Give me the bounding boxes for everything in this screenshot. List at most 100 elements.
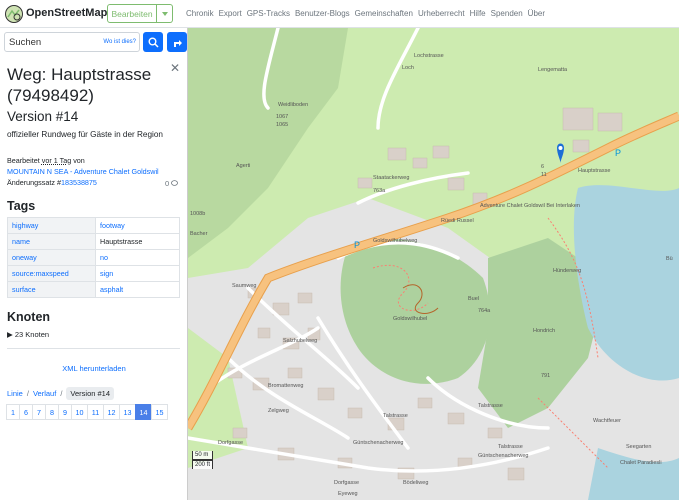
pager-item-1[interactable]: 1 <box>6 404 20 420</box>
divider <box>7 348 180 349</box>
changeset-info: Änderungssatz #183538875 <box>7 178 97 187</box>
tag-key[interactable]: highway <box>7 217 96 234</box>
sidebar: Suchen Wo ist dies? ✕ Weg: Hauptstrasse … <box>0 28 188 500</box>
tag-key[interactable]: source:maxspeed <box>7 265 96 282</box>
map-label: Weidliboden <box>278 102 309 108</box>
map-label: Hauptstrasse <box>578 168 611 174</box>
where-is-this-link[interactable]: Wo ist dies? <box>103 39 136 45</box>
map-label: Eyeweg <box>338 491 358 497</box>
directions-button[interactable] <box>167 32 187 52</box>
map-scale: 50 m 200 ft <box>192 451 214 469</box>
map-view[interactable]: P P Lochstrasse Loch Lengematta Weidlibo… <box>188 28 679 500</box>
pager-item-11[interactable]: 11 <box>87 404 104 420</box>
map-label: Güntschenacherweg <box>353 440 404 446</box>
changeset-prefix: Änderungssatz # <box>7 178 61 187</box>
tag-value[interactable]: asphalt <box>95 281 180 298</box>
changeset-comment: offizieller Rundweg für Gäste in der Reg… <box>7 130 163 139</box>
pager-item-10[interactable]: 10 <box>71 404 88 420</box>
edit-button[interactable]: Bearbeiten <box>107 4 157 23</box>
app-root: OpenStreetMap Bearbeiten Chronik Export … <box>0 0 679 500</box>
nav-copyright[interactable]: Urheberrecht <box>418 9 465 18</box>
map-label: Agerti <box>236 163 251 169</box>
tag-value[interactable]: footway <box>95 217 180 234</box>
map-label: Adventure Chalet Goldswil Bei Interlaken <box>480 203 580 209</box>
breadcrumb-current: Version #14 <box>66 387 115 400</box>
table-row: highway footway <box>7 217 180 234</box>
pager-item-8[interactable]: 8 <box>45 404 59 420</box>
directions-icon <box>173 39 182 47</box>
map-label: Seegarten <box>626 444 652 450</box>
tag-key[interactable]: surface <box>7 281 96 298</box>
table-row: oneway no <box>7 249 180 266</box>
map-label: Talstrasse <box>498 444 523 450</box>
version-pager: 1 6 7 8 9 10 11 12 13 14 15 <box>6 404 168 420</box>
tag-key[interactable]: name <box>7 233 96 250</box>
nav-about[interactable]: Über <box>528 9 545 18</box>
top-header: OpenStreetMap Bearbeiten Chronik Export … <box>0 0 679 28</box>
tags-table: highway footway name Hauptstrasse oneway no… <box>7 217 180 298</box>
scale-metric: 50 m <box>192 451 214 460</box>
changeset-link[interactable]: 183538875 <box>61 178 97 187</box>
xml-download-link[interactable]: XML herunterladen <box>0 364 187 373</box>
tag-key[interactable]: oneway <box>7 249 96 266</box>
edited-info: Bearbeitet vor 1 Tag von <box>7 156 85 165</box>
breadcrumb-sep: / <box>60 389 63 398</box>
map-label: Lengematta <box>538 67 568 73</box>
nav-communities[interactable]: Gemeinschaften <box>355 9 413 18</box>
chevron-down-icon <box>161 11 168 16</box>
map-label: Dorfgasse <box>218 440 244 446</box>
map-label: Wachtfeuer <box>593 418 621 424</box>
tag-value[interactable]: no <box>95 249 180 266</box>
breadcrumb-history[interactable]: Verlauf <box>33 389 56 398</box>
map-label: Dorfgasse <box>334 480 360 486</box>
map-label: 764a <box>478 308 491 314</box>
nodes-count: 23 Knoten <box>14 330 50 339</box>
pager-item-15[interactable]: 15 <box>151 404 168 420</box>
scale-imperial: 200 ft <box>192 460 214 469</box>
tag-value: Hauptstrasse <box>95 233 180 250</box>
nav-user-diaries[interactable]: Benutzer-Blogs <box>295 9 350 18</box>
pager-item-14[interactable]: 14 <box>135 404 152 420</box>
map-label: Rüedi Russel <box>441 218 474 224</box>
pager-item-6[interactable]: 6 <box>19 404 33 420</box>
map-label: Bromattenweg <box>268 383 304 389</box>
map-label: Goldswilhubelweg <box>373 238 418 244</box>
map-label: 1008b <box>190 211 206 217</box>
comments-count[interactable]: 0 <box>165 179 179 188</box>
map-label: Buel <box>468 296 480 302</box>
user-link[interactable]: MOUNTAIN N SEA - Adventure Chalet Goldsw… <box>7 167 159 176</box>
map-label: Güntschenacherweg <box>478 453 529 459</box>
osm-logo-icon[interactable] <box>5 5 23 23</box>
search-button[interactable] <box>143 32 163 52</box>
map-label: 763a <box>373 188 386 194</box>
nav-export[interactable]: Export <box>219 9 242 18</box>
map-label: 6 <box>541 164 545 170</box>
edited-time: vor 1 Tag <box>41 156 72 165</box>
nav-help[interactable]: Hilfe <box>470 9 486 18</box>
nav-gps-traces[interactable]: GPS-Tracks <box>247 9 290 18</box>
search-field[interactable]: Suchen Wo ist dies? <box>4 32 140 52</box>
map-label: Bacher <box>190 231 208 237</box>
nav-history[interactable]: Chronik <box>186 9 214 18</box>
tag-value[interactable]: sign <box>95 265 180 282</box>
edit-dropdown-button[interactable] <box>157 4 173 23</box>
brand-name[interactable]: OpenStreetMap <box>26 7 107 19</box>
edited-suffix: von <box>71 156 85 165</box>
search-input[interactable]: Suchen <box>9 37 41 48</box>
nodes-toggle[interactable]: ▶ 23 Knoten <box>7 330 49 339</box>
pager-item-9[interactable]: 9 <box>58 404 72 420</box>
map-label: Loch <box>402 65 414 71</box>
pager-item-12[interactable]: 12 <box>103 404 120 420</box>
edited-prefix: Bearbeitet <box>7 156 42 165</box>
svg-text:P: P <box>615 148 621 158</box>
pager-item-13[interactable]: 13 <box>119 404 136 420</box>
breadcrumb-line[interactable]: Linie <box>7 389 23 398</box>
pager-item-7[interactable]: 7 <box>32 404 46 420</box>
comments-number: 0 <box>165 179 170 188</box>
nav-donate[interactable]: Spenden <box>491 9 523 18</box>
map-label: Goldswilhubel <box>393 316 428 322</box>
map-canvas[interactable]: P P <box>188 28 679 500</box>
map-label: Salzhubelweg <box>283 338 318 344</box>
table-row: name Hauptstrasse <box>7 233 180 250</box>
page-title: Weg: Hauptstrasse (79498492) <box>7 65 152 105</box>
